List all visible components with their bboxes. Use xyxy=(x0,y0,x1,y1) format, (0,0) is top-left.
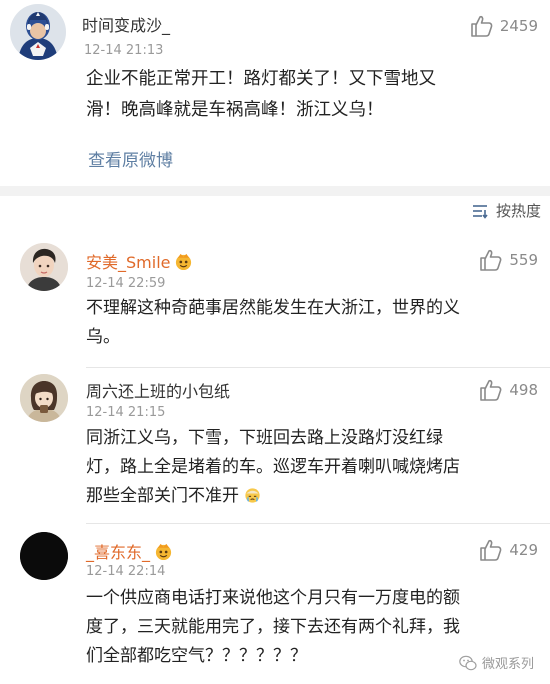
thumbs-up-icon xyxy=(480,539,502,561)
comment-text: 不理解这种奇葩事居然能发生在大浙江，世界的义 乌。 xyxy=(86,294,546,352)
weibo-comments-screen: 时间变成沙_ 12-14 21:13 2459 企业不能正常开工！路灯都关了！又… xyxy=(0,0,550,684)
crying-emoji-icon xyxy=(245,488,260,503)
original-post: 时间变成沙_ 12-14 21:13 2459 企业不能正常开工！路灯都关了！又… xyxy=(0,0,550,186)
comment-like-count: 429 xyxy=(509,541,538,559)
sort-icon xyxy=(472,204,488,219)
commenter-name-text: 安美_Smile xyxy=(86,253,171,272)
comment-item: 周六还上班的小包纸 12-14 21:15 498 同浙江义乌，下雪，下班回去路… xyxy=(0,368,550,524)
wechat-icon xyxy=(459,655,477,670)
comment-text-segment: 那些全部关门不准开 xyxy=(86,486,239,506)
comment-like-count: 498 xyxy=(509,381,538,399)
comment-like-button[interactable]: 498 xyxy=(479,379,538,401)
post-like-button[interactable]: 2459 xyxy=(470,15,538,37)
sort-label: 按热度 xyxy=(495,202,541,220)
comment-text-line: 同浙江义乌，下雪，下班回去路上没路灯没红绿 xyxy=(86,428,443,448)
black-avatar-icon xyxy=(20,532,68,580)
commenter-avatar[interactable] xyxy=(20,532,68,580)
comment-like-button[interactable]: 429 xyxy=(479,539,538,561)
comment-text-line: 乌。 xyxy=(86,327,120,347)
post-text: 企业不能正常开工！路灯都关了！又下雪地又 滑！晚高峰就是车祸高峰！浙江义乌！ xyxy=(86,64,546,126)
comment-text-line: 灯，路上全是堵着的车。巡逻车开着喇叭喊烧烤店 xyxy=(86,457,460,477)
post-like-count: 2459 xyxy=(499,17,538,35)
watermark-text: 微观系列 xyxy=(481,657,534,672)
girl-avatar-icon xyxy=(20,374,68,422)
thumbs-up-icon xyxy=(471,15,493,37)
post-author-avatar[interactable] xyxy=(10,4,66,60)
thumbs-up-icon xyxy=(480,379,502,401)
commenter-avatar[interactable] xyxy=(20,374,68,422)
commenter-name[interactable]: _喜东东_ xyxy=(86,539,173,563)
view-original-link[interactable]: 查看原微博 xyxy=(88,146,173,171)
commenter-name-text: _喜东东_ xyxy=(86,543,151,562)
post-text-line: 企业不能正常开工！路灯都关了！又下雪地又 xyxy=(86,69,436,89)
thumbs-up-icon xyxy=(480,249,502,271)
comment-text-line: 一个供应商电话打来说他这个月只有一万度电的额 xyxy=(86,588,460,608)
post-time: 12-14 21:13 xyxy=(84,43,164,58)
section-separator xyxy=(0,186,550,196)
commenter-avatar[interactable] xyxy=(20,243,68,291)
comment-time: 12-14 22:14 xyxy=(86,564,166,579)
vip-badge-icon xyxy=(155,543,172,561)
comment-like-count: 559 xyxy=(509,251,538,269)
comment-time: 12-14 21:15 xyxy=(86,405,166,420)
comment-like-button[interactable]: 559 xyxy=(479,249,538,271)
post-author-name[interactable]: 时间变成沙_ xyxy=(82,12,170,36)
comment-item: 安美_Smile 12-14 22:59 559 不理解这种奇葩事居然能发生在大… xyxy=(0,232,550,368)
sort-by-heat-button[interactable]: 按热度 xyxy=(472,200,541,221)
commenter-name[interactable]: 安美_Smile xyxy=(86,249,193,273)
comment-text: 同浙江义乌，下雪，下班回去路上没路灯没红绿 灯，路上全是堵着的车。巡逻车开着喇叭… xyxy=(86,424,546,511)
comment-text-line: 度了，三天就能用完了，接下去还有两个礼拜，我 xyxy=(86,617,460,637)
comment-text-line: 那些全部关门不准开 xyxy=(86,482,546,511)
comment-text-line: 不理解这种奇葩事居然能发生在大浙江，世界的义 xyxy=(86,298,460,318)
vip-badge-icon xyxy=(176,253,192,271)
post-text-line: 滑！晚高峰就是车祸高峰！浙江义乌！ xyxy=(86,100,384,120)
captain-avatar-icon xyxy=(10,4,66,60)
commenter-name[interactable]: 周六还上班的小包纸 xyxy=(86,378,230,402)
comment-time: 12-14 22:59 xyxy=(86,276,166,291)
person-avatar-icon xyxy=(20,243,68,291)
watermark: 微观系列 xyxy=(459,653,534,672)
